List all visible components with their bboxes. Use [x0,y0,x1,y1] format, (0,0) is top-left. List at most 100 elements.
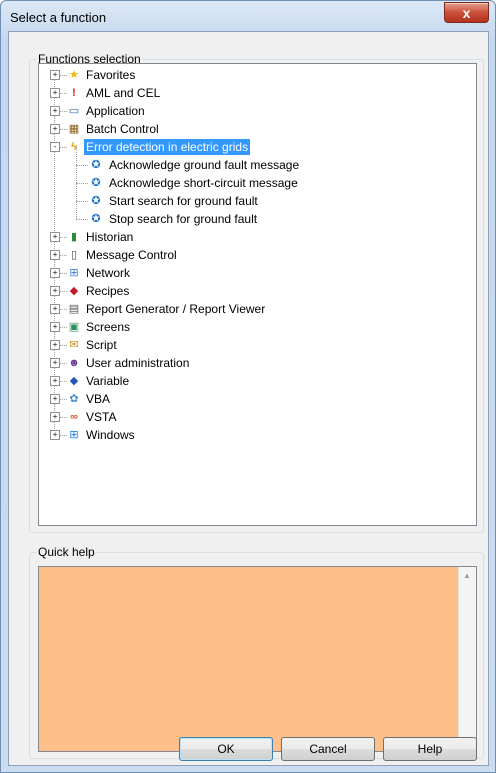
scroll-up-icon[interactable]: ▲ [463,571,471,580]
tree-connector [76,183,77,201]
tree-item[interactable]: + ▯ Message Control [39,246,469,264]
tree-connector [59,147,67,148]
tree-connector [59,93,67,94]
report-icon: ▤ [68,302,80,315]
help-button[interactable]: Help [383,737,477,761]
expand-icon[interactable]: + [50,430,60,440]
tree-connector [59,417,67,418]
function-gear-icon: ✪ [91,176,101,189]
tree-connector [59,327,67,328]
expand-icon[interactable]: + [50,268,60,278]
tree-item-label: Report Generator / Report Viewer [86,302,266,316]
cancel-button[interactable]: Cancel [281,737,375,761]
phone-icon: ▯ [70,248,78,261]
expand-icon[interactable]: + [50,340,60,350]
tree-item-label: Recipes [86,284,130,298]
expand-icon[interactable]: + [50,124,60,134]
tree-item-label: Acknowledge ground fault message [109,158,300,172]
tree-child-item[interactable]: ✪ Start search for ground fault [39,183,469,210]
tree-connector [59,129,67,130]
tree-item[interactable]: + ▮ Historian [39,228,469,246]
quick-help-scrollbar[interactable]: ▲ ▼ [458,567,476,751]
expand-icon[interactable]: + [50,106,60,116]
tree-item-label: Network [86,266,131,280]
expand-icon[interactable]: + [50,88,60,98]
tree-item[interactable]: + ▤ Report Generator / Report Viewer [39,300,469,318]
functions-tree[interactable]: + ★ Favorites +! AML and CEL + ▭ Application + ▦ B… [38,63,477,526]
ok-button[interactable]: OK [179,737,273,761]
window-title: Select a function [10,10,107,25]
tree-connector [76,147,77,165]
expand-icon[interactable]: + [50,376,60,386]
tree-item[interactable]: + ◆ Recipes [39,282,469,300]
tree-item[interactable]: + ⊞ Network [39,264,469,282]
historian-icon: ▮ [70,230,78,243]
quick-help-label: Quick help [36,545,97,559]
tree-item[interactable]: + ✉ Script [39,336,469,354]
expand-icon[interactable]: + [50,70,60,80]
tree-item[interactable]: + ☻ User administration [39,354,469,372]
tree-item-label: Stop search for ground fault [109,212,258,226]
tree-item-label: Screens [86,320,131,334]
tree-connector [59,111,67,112]
expand-icon[interactable]: + [50,358,60,368]
tree-connector [59,435,67,436]
tree-child-item[interactable]: ✪ Acknowledge ground fault message [39,147,469,174]
collapse-icon[interactable]: - [50,142,60,152]
tree-item[interactable]: + ▣ Screens [39,318,469,336]
expand-icon[interactable]: + [50,394,60,404]
dialog-client: Functions selection + ★ Favorites +! AML and… [8,31,489,766]
tree-connector [59,363,67,364]
expand-icon[interactable]: + [50,304,60,314]
tree-item[interactable]: + ◆ Variable [39,372,469,390]
tree-connector [76,165,88,166]
tree-item[interactable]: + ▦ Batch Control [39,120,469,138]
screens-icon: ▣ [68,320,80,333]
script-icon: ✉ [69,338,79,351]
tree-item-label: Acknowledge short-circuit message [109,176,298,190]
expand-icon[interactable]: + [50,250,60,260]
vsta-icon: ∞ [70,410,78,423]
windows-logo-icon: ⊞ [69,428,79,441]
lightning-icon: ϟ [71,140,77,153]
application-window-icon: ▭ [68,104,80,117]
tree-item[interactable]: +! AML and CEL [39,84,469,102]
expand-icon[interactable]: + [50,412,60,422]
close-button[interactable]: x [444,2,489,23]
tree-item[interactable]: + ∞ VSTA [39,408,469,426]
tree-item-label: VBA [86,392,111,406]
tree-item-label: Script [86,338,117,352]
tree-connector [76,165,77,183]
quick-help-text[interactable]: ▲ ▼ [38,566,477,752]
expand-icon[interactable]: + [50,322,60,332]
title-bar[interactable]: Select a function x [1,1,495,31]
function-gear-icon: ✪ [91,194,101,207]
tree-connector [59,237,67,238]
expand-icon[interactable]: + [50,232,60,242]
tree-item[interactable]: + ▭ Application [39,102,469,120]
close-icon: x [462,4,471,21]
tree-item-label: Batch Control [86,122,159,136]
tree-item-label: Message Control [86,248,177,262]
function-gear-icon: ✪ [91,158,101,171]
tree-connector [76,183,88,184]
tree-connector [59,345,67,346]
tree-connector [76,219,88,220]
tree-item[interactable]: + ★ Favorites [39,66,469,84]
tree-child-item[interactable]: ✪ Stop search for ground fault [39,201,469,228]
tree-connector [76,201,88,202]
function-gear-icon: ✪ [91,212,101,225]
tree-connector [59,255,67,256]
tree-item[interactable]: + ✿ VBA [39,390,469,408]
tree-connector [59,399,67,400]
tree-child-item[interactable]: ✪ Acknowledge short-circuit message [39,165,469,192]
expand-icon[interactable]: + [50,286,60,296]
network-icon: ⊞ [69,266,79,279]
star-icon: ★ [69,68,79,81]
tree-item-label: Favorites [86,68,136,82]
tree-item[interactable]: + ⊞ Windows [39,426,469,444]
tree-item-label: Application [86,104,145,118]
variable-icon: ◆ [69,374,79,387]
tree-item-label: Windows [86,428,135,442]
tree-item[interactable]: - ϟ Error detection in electric grids [39,138,469,156]
